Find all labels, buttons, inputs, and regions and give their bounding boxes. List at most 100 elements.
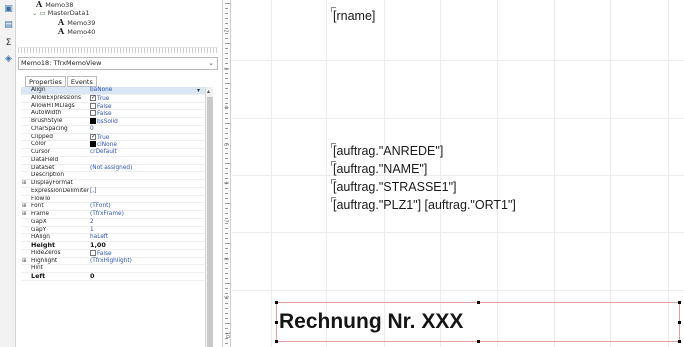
resize-handle[interactable] [275,301,278,304]
tree-item-label: Memo39 [67,19,96,27]
sum-icon[interactable]: Σ [3,38,14,49]
property-row[interactable]: ExpressionDelimiters [,] [21,188,205,196]
property-row[interactable]: Description [21,172,205,180]
property-value-text: [,] [90,187,97,194]
property-row[interactable]: Height 1,00 [21,241,205,250]
property-row[interactable]: AllowExpressions True [21,94,205,103]
property-name: AllowHTMLTags [31,102,75,109]
scrollbar-thumb[interactable] [207,97,213,347]
property-row[interactable]: CharSpacing 0 [21,126,205,134]
property-value[interactable]: 2 [90,219,94,227]
property-row[interactable]: Cursor crDefault [21,149,205,157]
scroll-up-icon[interactable]: ▴ [207,88,210,95]
memo-plz-ort[interactable]: [auftrag."PLZ1"] [auftrag."ORT1"] [333,198,516,212]
resize-handle[interactable] [477,340,480,343]
collapse-icon[interactable]: ⌄ [32,9,37,17]
property-row[interactable]: FlowTo [21,196,205,204]
color-swatch [90,141,96,148]
property-value[interactable]: (TFont) [90,203,111,211]
property-value-text: False [97,103,112,110]
property-value-text: (TfrxFrame) [90,211,124,217]
resize-handle[interactable] [678,340,681,343]
property-name: Frame [31,211,50,217]
property-row[interactable]: GapY 1 [21,227,205,235]
selected-memo-rechnung[interactable]: Rechnung Nr. XXX [279,310,463,334]
property-row[interactable]: DataSet (Not assigned) [21,165,205,173]
property-value-text: (Not assigned) [90,164,133,171]
property-row[interactable]: DataField [21,157,205,165]
property-row[interactable]: Hint [21,265,205,273]
expand-icon[interactable]: ⊞ [22,211,27,219]
property-row[interactable]: GapX 2 [21,219,205,227]
property-value-text: False [97,111,112,118]
tab-events[interactable]: Events [66,76,97,87]
memo-name[interactable]: [auftrag."NAME"] [333,162,427,176]
object-selector[interactable]: Memo18: TfrxMemoView ⌄ [18,57,218,70]
property-name: FlowTo [31,195,51,202]
property-value-text: baNone [90,87,113,93]
checkbox-icon[interactable] [90,110,96,117]
property-row[interactable]: Color clNone [21,141,205,149]
memo-strasse[interactable]: [auftrag."STRASSE1"] [333,180,457,194]
resize-handle[interactable] [678,321,681,324]
property-row[interactable]: Clipped True [21,133,205,142]
ruler-label: 2 [222,29,229,33]
property-row[interactable]: AllowHTMLTags False [21,102,205,111]
property-value[interactable]: 0 [90,272,94,281]
property-name: DataField [31,156,59,163]
data-tree-icon[interactable]: ▤ [3,20,14,31]
resize-handle[interactable] [477,301,480,304]
property-row[interactable]: BrushStyle bsSolid [21,118,205,126]
checkbox-icon[interactable] [90,133,96,140]
property-value-text: 1,00 [90,241,106,249]
property-value[interactable]: 1,00 [90,241,106,250]
property-value-text: haLeft [90,234,109,241]
tab-properties[interactable]: Properties [25,76,66,87]
design-surface: [rname] [auftrag."ANREDE"] [auftrag."NAM… [232,0,684,347]
inspector-tabs: Properties Events [25,76,98,87]
tree-item[interactable]: A Memo40 [58,27,95,37]
property-row[interactable]: AutoWidth False [21,110,205,118]
panel-splitter[interactable] [18,47,218,53]
resize-handle[interactable] [275,321,278,324]
color-swatch [90,118,96,124]
property-row[interactable]: ⊞ DisplayFormat [21,180,205,188]
ruler-label: 8 [222,257,229,261]
property-scrollbar[interactable]: ▴ [205,87,213,347]
property-value[interactable]: (TfrxFrame) [90,211,124,219]
property-row[interactable]: HAlign haLeft [21,234,205,242]
checkbox-icon[interactable] [90,94,96,101]
checkbox-icon[interactable] [90,102,96,109]
checkbox-icon[interactable] [90,249,96,256]
property-grid: AlignbaNone▾AllowExpressionsTrueAllowHTM… [21,87,205,281]
expand-icon[interactable]: ⊞ [22,180,27,188]
property-row[interactable]: ⊞ Highlight (TfrxHighlight) [21,258,205,266]
property-row[interactable]: ⊞ Font (TFont) [21,203,205,211]
memo-rname[interactable]: [rname] [333,9,375,23]
property-value[interactable]: crDefault [90,149,117,157]
property-row[interactable]: Align baNone ▾ [21,87,205,95]
report-tree-icon[interactable]: ▣ [3,4,14,15]
property-value[interactable]: [,] [90,188,96,196]
variables-icon[interactable]: ◈ [3,54,14,65]
property-row[interactable]: Left 0 [21,272,205,281]
property-row[interactable]: HideZeros False [21,249,205,258]
band-icon: ▭ [39,9,46,17]
ruler-label: 4 [222,105,229,109]
tree-item-label: Memo38 [45,1,74,9]
property-name: HAlign [31,234,50,241]
resize-handle[interactable] [275,340,278,343]
memo-anrede[interactable]: [auftrag."ANREDE"] [333,144,443,158]
resize-handle[interactable] [678,301,681,304]
tree-item[interactable]: A Memo38 [36,0,73,9]
property-name: AllowExpressions [31,94,81,101]
property-value-text: crDefault [90,149,117,155]
ruler-label: 6 [222,181,229,185]
property-value[interactable]: (Not assigned) [90,165,132,173]
dropdown-icon[interactable]: ▾ [197,87,200,95]
property-value[interactable]: (TfrxHighlight) [90,258,132,266]
property-row[interactable]: ⊞ Frame (TfrxFrame) [21,211,205,219]
expand-icon[interactable]: ⊞ [22,203,27,211]
property-value[interactable]: 1 [90,227,94,235]
expand-icon[interactable]: ⊞ [22,258,27,266]
